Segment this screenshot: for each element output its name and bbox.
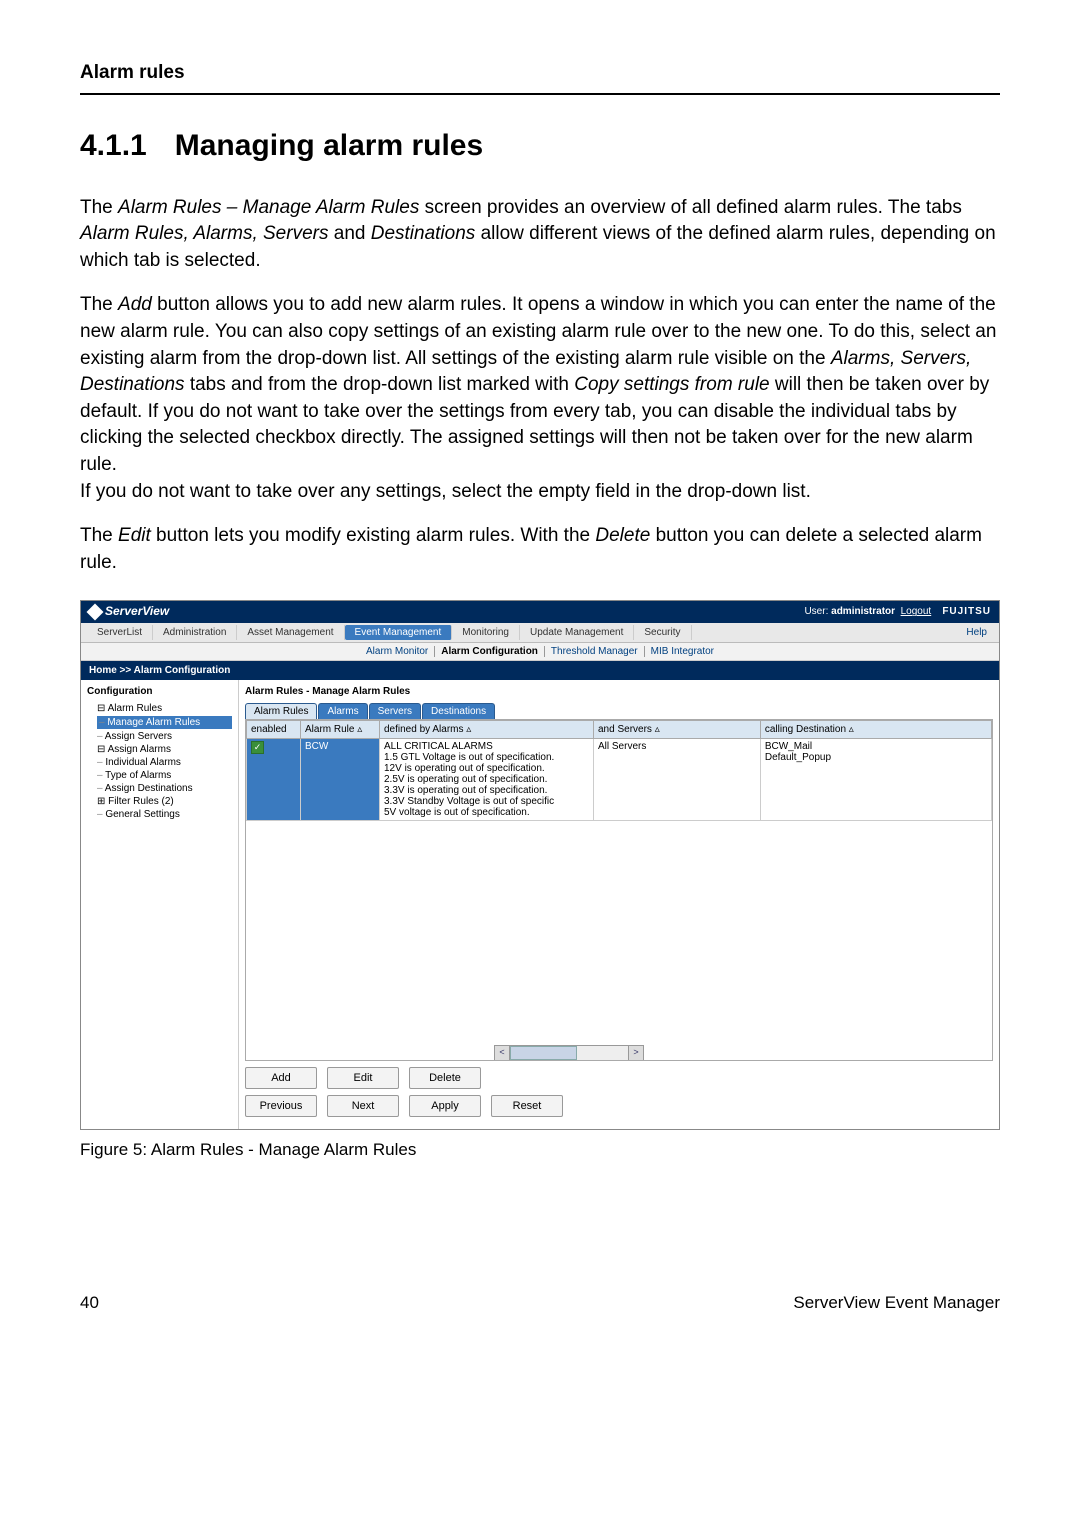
tree-item[interactable]: Assign Alarms (97, 744, 232, 755)
user-info: User: administrator Logout FUJITSU (804, 606, 991, 617)
page-footer: 40 ServerView Event Manager (80, 1291, 1000, 1315)
menu-item[interactable]: Asset Management (237, 625, 344, 640)
horizontal-scrollbar[interactable]: < > (494, 1046, 644, 1060)
tree-title: Configuration (87, 686, 232, 697)
tab[interactable]: Destinations (422, 703, 495, 719)
previous-button[interactable]: Previous (245, 1095, 317, 1117)
section-number: 4.1.1 (80, 129, 147, 162)
breadcrumb: Home >> Alarm Configuration (81, 661, 999, 680)
tree-item[interactable]: Manage Alarm Rules (97, 716, 232, 729)
page-number: 40 (80, 1291, 99, 1315)
config-tree: Configuration Alarm Rules Manage Alarm Ru… (81, 680, 239, 1129)
column-header[interactable]: calling Destination ▵ (760, 720, 991, 738)
tree-item[interactable]: General Settings (97, 809, 232, 820)
submenu-item[interactable]: MIB Integrator (645, 646, 720, 657)
cell-rule: BCW (301, 738, 380, 820)
add-button[interactable]: Add (245, 1067, 317, 1089)
logout-link[interactable]: Logout (901, 606, 932, 617)
menu-item[interactable]: Monitoring (452, 625, 520, 640)
column-header[interactable]: enabled (247, 720, 301, 738)
enabled-checkbox[interactable]: ✓ (251, 741, 264, 754)
brand-icon (87, 603, 104, 620)
alarm-rules-table: enabledAlarm Rule ▵defined by Alarms ▵an… (246, 720, 992, 821)
delete-button[interactable]: Delete (409, 1067, 481, 1089)
brand-text: ServerView (105, 605, 169, 618)
tab[interactable]: Alarm Rules (245, 703, 317, 719)
submenu-item[interactable]: Threshold Manager (545, 646, 645, 657)
tree-item[interactable]: Assign Destinations (97, 783, 232, 794)
column-header[interactable]: Alarm Rule ▵ (301, 720, 380, 738)
column-header[interactable]: defined by Alarms ▵ (380, 720, 594, 738)
vendor-logo: FUJITSU (942, 606, 991, 617)
menu-item[interactable]: Event Management (345, 625, 453, 640)
table-row[interactable]: ✓ BCW ALL CRITICAL ALARMS1.5 GTL Voltage… (247, 738, 992, 820)
menu-item[interactable]: ServerList (87, 625, 153, 640)
cell-destinations: BCW_MailDefault_Popup (765, 741, 987, 763)
submenu-item[interactable]: Alarm Configuration (435, 646, 545, 657)
column-header[interactable]: and Servers ▵ (594, 720, 761, 738)
button-bar: Add Edit Delete Previous Next Apply Reset (245, 1067, 993, 1117)
tree-item[interactable]: Type of Alarms (97, 770, 232, 781)
cell-servers: All Servers (594, 738, 761, 820)
figure-topbar: ServerView User: administrator Logout FU… (81, 601, 999, 622)
paragraph-1: The Alarm Rules – Manage Alarm Rules scr… (80, 195, 1000, 275)
tree-item[interactable]: Individual Alarms (97, 757, 232, 768)
brand: ServerView (89, 605, 169, 618)
user-name: administrator (831, 606, 895, 617)
main-panel-title: Alarm Rules - Manage Alarm Rules (245, 686, 993, 697)
doc-title: ServerView Event Manager (793, 1291, 1000, 1315)
scroll-right-arrow-icon[interactable]: > (628, 1045, 644, 1061)
tab[interactable]: Alarms (318, 703, 367, 719)
tree-item[interactable]: Assign Servers (97, 731, 232, 742)
paragraph-2: The Add button allows you to add new ala… (80, 292, 1000, 505)
menu-item[interactable]: Security (634, 625, 691, 640)
tab-bar: Alarm RulesAlarmsServersDestinations (245, 703, 993, 719)
apply-button[interactable]: Apply (409, 1095, 481, 1117)
menu-item[interactable]: Administration (153, 625, 237, 640)
figure-submenubar: Alarm MonitorAlarm ConfigurationThreshol… (81, 643, 999, 661)
edit-button[interactable]: Edit (327, 1067, 399, 1089)
tree-item[interactable]: Filter Rules (2) (97, 796, 232, 807)
section-header: Alarm rules (80, 60, 1000, 87)
help-link[interactable]: Help (960, 625, 993, 640)
figure-screenshot: ServerView User: administrator Logout FU… (80, 600, 1000, 1129)
submenu-item[interactable]: Alarm Monitor (360, 646, 435, 657)
cell-alarms: ALL CRITICAL ALARMS1.5 GTL Voltage is ou… (384, 741, 589, 818)
table-wrap: enabledAlarm Rule ▵defined by Alarms ▵an… (245, 719, 993, 1061)
section-title-text: Managing alarm rules (175, 129, 483, 162)
figure-menubar: ServerListAdministrationAsset Management… (81, 623, 999, 643)
menu-item[interactable]: Update Management (520, 625, 634, 640)
tab[interactable]: Servers (369, 703, 421, 719)
reset-button[interactable]: Reset (491, 1095, 563, 1117)
header-rule (80, 93, 1000, 95)
next-button[interactable]: Next (327, 1095, 399, 1117)
scroll-left-arrow-icon[interactable]: < (494, 1045, 510, 1061)
paragraph-3: The Edit button lets you modify existing… (80, 523, 1000, 576)
figure-caption: Figure 5: Alarm Rules - Manage Alarm Rul… (80, 1138, 1000, 1162)
section-title: 4.1.1 Managing alarm rules (80, 125, 1000, 167)
tree-item[interactable]: Alarm Rules (97, 703, 232, 714)
figure-main: Alarm Rules - Manage Alarm Rules Alarm R… (239, 680, 999, 1129)
